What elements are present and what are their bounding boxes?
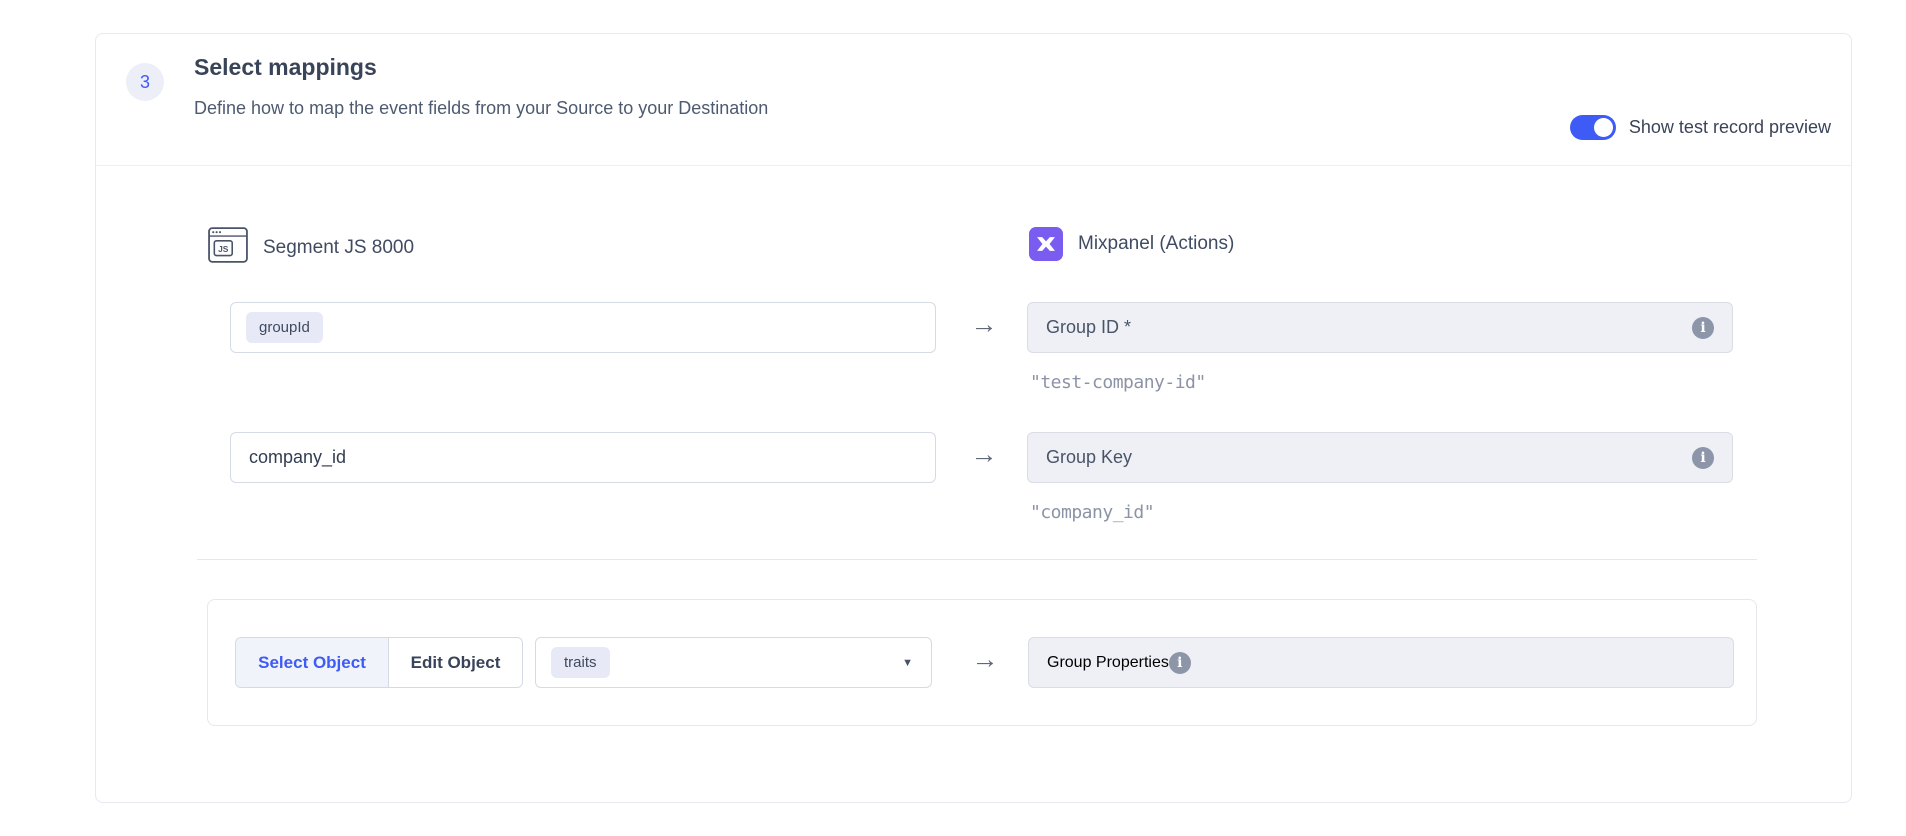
toggle-knob-icon <box>1594 118 1613 137</box>
source-field-input[interactable]: company_id <box>230 432 936 483</box>
mixpanel-icon <box>1029 227 1063 261</box>
page-title: Select mappings <box>194 54 377 81</box>
arrow-right-icon: → <box>954 439 1014 470</box>
show-test-record-toggle[interactable] <box>1570 115 1616 140</box>
chevron-down-icon: ▼ <box>902 657 913 669</box>
js-browser-source-icon: JS <box>208 227 248 268</box>
destination-field-label: Group Key <box>1046 447 1692 468</box>
destination-name: Mixpanel (Actions) <box>1078 233 1234 255</box>
destination-field: Group ID * i <box>1027 302 1733 353</box>
section-divider <box>197 559 1757 560</box>
header-section: 3 Select mappings Define how to map the … <box>96 34 1851 166</box>
toggle-label: Show test record preview <box>1629 117 1831 138</box>
dropdown-token: traits <box>551 647 610 678</box>
test-preview-value: "company_id" <box>1030 502 1154 523</box>
destination-field: Group Properties i <box>1028 637 1734 688</box>
info-icon[interactable]: i <box>1692 317 1714 339</box>
test-record-toggle-group: Show test record preview <box>1570 115 1831 140</box>
destination-field: Group Key i <box>1027 432 1733 483</box>
source-field-input[interactable]: groupId <box>230 302 936 353</box>
destination-endpoint: Mixpanel (Actions) <box>1029 227 1234 261</box>
source-endpoint: JS Segment JS 8000 <box>208 227 414 268</box>
field-token[interactable]: groupId <box>246 312 323 343</box>
field-text-value: company_id <box>246 447 346 468</box>
destination-field-label: Group Properties <box>1047 654 1169 672</box>
object-mode-button-group: Select Object Edit Object <box>235 637 523 688</box>
source-name: Segment JS 8000 <box>263 237 414 259</box>
object-mapping-card: Select Object Edit Object traits ▼ → Gro… <box>207 599 1757 726</box>
arrow-right-icon: → <box>955 644 1015 675</box>
select-object-button[interactable]: Select Object <box>236 638 389 687</box>
step-number-badge: 3 <box>126 63 164 101</box>
object-source-dropdown[interactable]: traits ▼ <box>535 637 932 688</box>
info-icon[interactable]: i <box>1692 447 1714 469</box>
destination-field-label: Group ID * <box>1046 317 1692 338</box>
info-icon[interactable]: i <box>1169 652 1191 674</box>
svg-text:JS: JS <box>218 244 229 254</box>
select-mappings-card: 3 Select mappings Define how to map the … <box>95 33 1852 803</box>
edit-object-button[interactable]: Edit Object <box>389 638 522 687</box>
page-subtitle: Define how to map the event fields from … <box>194 98 768 119</box>
arrow-right-icon: → <box>954 309 1014 340</box>
test-preview-value: "test-company-id" <box>1030 372 1206 393</box>
